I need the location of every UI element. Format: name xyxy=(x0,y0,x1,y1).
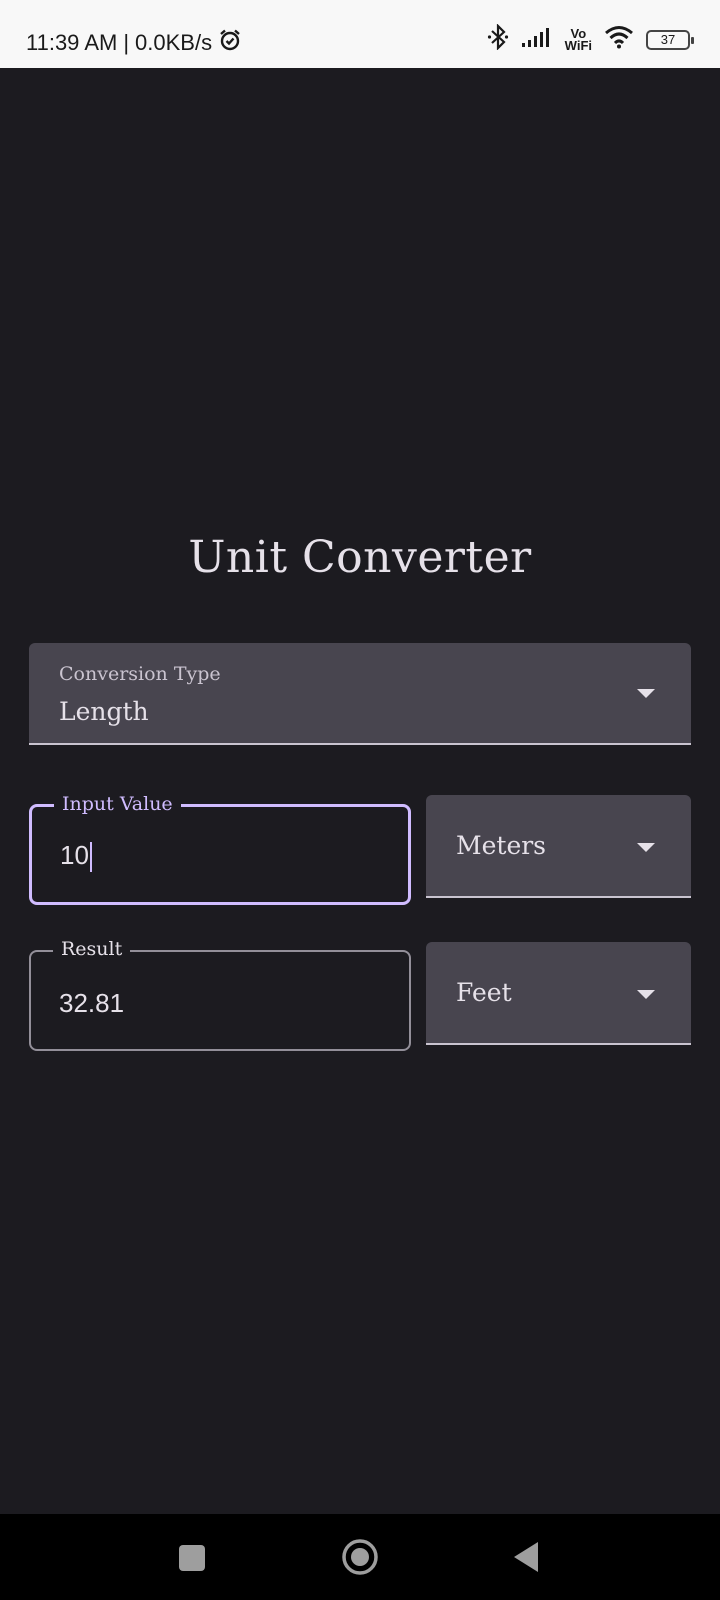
input-value-text: 10 xyxy=(60,840,92,873)
status-separator: | xyxy=(123,30,130,55)
conversion-type-label: Conversion Type xyxy=(59,663,221,685)
bluetooth-icon xyxy=(487,23,509,55)
vowifi-indicator: Vo WiFi xyxy=(564,27,592,53)
result-unit-dropdown[interactable]: Feet xyxy=(426,942,691,1045)
signal-icon xyxy=(521,26,553,53)
back-icon xyxy=(514,1542,538,1572)
app-screen: Unit Converter Conversion Type Length In… xyxy=(0,68,720,1514)
result-label: Result xyxy=(53,938,131,960)
chevron-down-icon xyxy=(637,990,655,999)
recents-button[interactable] xyxy=(178,1544,206,1576)
status-time: 11:39 AM xyxy=(26,30,118,55)
home-button[interactable] xyxy=(341,1538,379,1580)
vowifi-bottom: WiFi xyxy=(564,37,592,53)
recents-icon xyxy=(179,1545,205,1571)
back-button[interactable] xyxy=(512,1540,540,1578)
status-bar: 11:39 AM | 0.0KB/s Vo WiFi 37 xyxy=(0,0,720,68)
conversion-type-value: Length xyxy=(59,697,149,726)
battery-level: 37 xyxy=(660,32,676,47)
alarm-icon xyxy=(218,28,242,58)
page-title: Unit Converter xyxy=(188,532,532,583)
status-right: Vo WiFi 37 xyxy=(487,23,694,55)
text-cursor xyxy=(89,842,92,873)
navigation-bar xyxy=(0,1514,720,1600)
battery-icon: 37 xyxy=(646,29,694,50)
chevron-down-icon xyxy=(637,689,655,698)
conversion-type-dropdown[interactable]: Conversion Type Length xyxy=(29,643,691,745)
input-value-label: Input Value xyxy=(54,793,181,815)
input-value-field[interactable]: Input Value 10 xyxy=(29,793,411,905)
result-value: 32.81 xyxy=(59,988,125,1018)
result-field[interactable]: Result 32.81 xyxy=(29,938,411,1051)
input-unit-dropdown[interactable]: Meters xyxy=(426,795,691,898)
status-net-speed: 0.0KB/s xyxy=(135,30,213,55)
result-unit-value: Feet xyxy=(456,978,512,1007)
input-unit-value: Meters xyxy=(456,831,547,860)
input-value: 10 xyxy=(60,840,89,870)
chevron-down-icon xyxy=(637,843,655,852)
wifi-icon xyxy=(604,25,634,54)
home-icon xyxy=(342,1539,378,1575)
status-left: 11:39 AM | 0.0KB/s xyxy=(26,28,242,58)
